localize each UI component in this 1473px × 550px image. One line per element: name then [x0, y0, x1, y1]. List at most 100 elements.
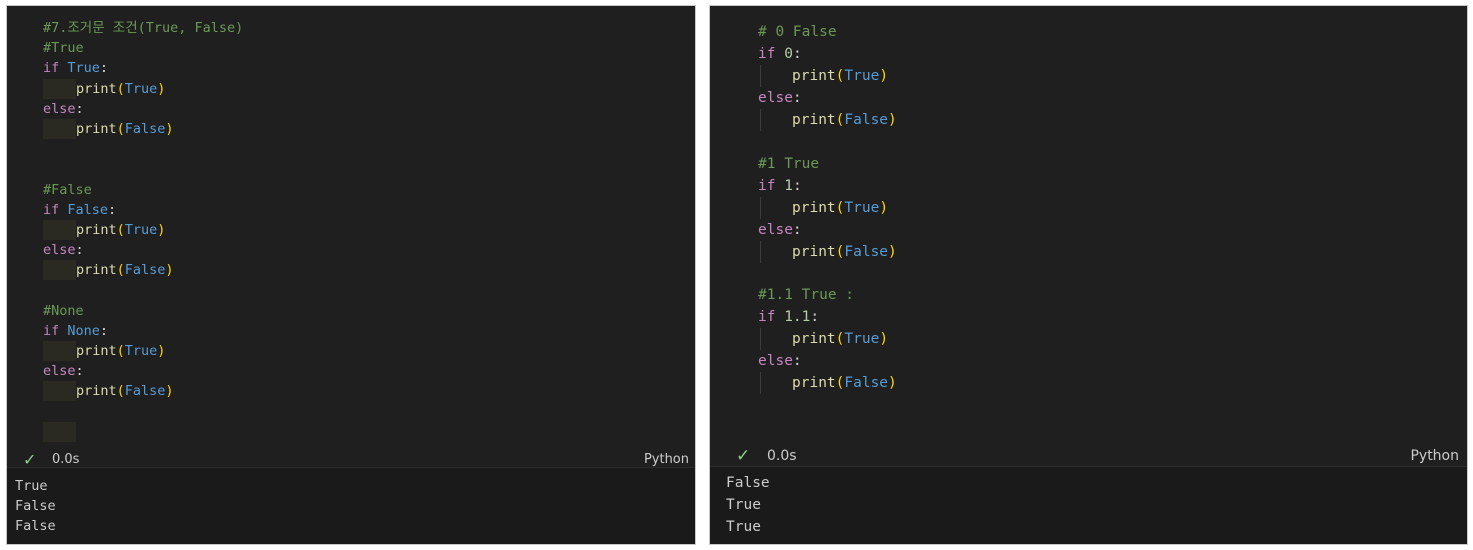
- function: print: [76, 121, 117, 137]
- paren: (: [116, 121, 125, 137]
- function: print: [76, 343, 117, 359]
- code-line: #1 True: [758, 153, 819, 175]
- comment: #None: [43, 303, 84, 319]
- code-line: if True:: [43, 58, 108, 78]
- code-line: if 1.1:: [758, 306, 819, 328]
- constant: False: [124, 121, 166, 137]
- comment: #1 True: [758, 156, 820, 172]
- keyword: else: [43, 242, 76, 258]
- code-line: print(False): [792, 372, 897, 394]
- cell-output: True False False: [7, 467, 695, 544]
- code-line: #False: [43, 180, 92, 200]
- keyword: if: [43, 60, 60, 76]
- constant: False: [124, 262, 166, 278]
- code-line: #None: [43, 301, 84, 321]
- code-line: print(True): [792, 65, 888, 87]
- function: print: [76, 222, 117, 238]
- paren: ): [157, 343, 166, 359]
- code-line: else:: [43, 240, 84, 260]
- keyword: if: [758, 46, 776, 62]
- code-line: print(True): [792, 197, 888, 219]
- function: print: [76, 262, 117, 278]
- code-line: else:: [758, 219, 802, 241]
- paren: (: [116, 81, 125, 97]
- output-line: True: [726, 519, 761, 535]
- paren: ): [888, 244, 897, 260]
- keyword: if: [758, 309, 776, 325]
- paren: ): [165, 121, 174, 137]
- paren: ): [888, 112, 897, 128]
- code-line: print(False): [792, 109, 897, 131]
- number: 1: [784, 178, 793, 194]
- indent-marker: [43, 422, 76, 442]
- code-line: print(False): [792, 241, 897, 263]
- comment: #False: [43, 182, 92, 198]
- constant: True: [124, 343, 158, 359]
- keyword: else: [43, 363, 76, 379]
- indent-guide: [760, 65, 761, 87]
- punct: :: [75, 101, 84, 117]
- paren: (: [116, 343, 125, 359]
- keyword: if: [43, 202, 60, 218]
- keyword: else: [758, 90, 793, 106]
- comment: # 0 False: [758, 24, 837, 40]
- constant: False: [67, 202, 109, 218]
- output-line: True: [15, 478, 48, 494]
- function: print: [792, 200, 836, 216]
- function: print: [792, 68, 836, 84]
- indent-marker: [43, 381, 76, 401]
- comment: #1.1 True :: [758, 287, 855, 303]
- number: 0: [784, 46, 793, 62]
- paren: ): [879, 331, 889, 347]
- paren: (: [116, 262, 125, 278]
- keyword: if: [758, 178, 776, 194]
- code-line: else:: [43, 361, 84, 381]
- indent-guide: [760, 197, 761, 219]
- indent-guide: [760, 328, 761, 350]
- paren: ): [879, 68, 889, 84]
- paren: ): [157, 81, 166, 97]
- code-line: if 0:: [758, 43, 802, 65]
- code-line: # 0 False: [758, 21, 837, 43]
- code-line: #True: [43, 38, 84, 58]
- punct: :: [792, 90, 802, 106]
- function: print: [76, 383, 117, 399]
- indent-marker: [43, 220, 76, 240]
- output-line: False: [15, 518, 56, 534]
- constant: True: [67, 60, 100, 76]
- code-line: #1.1 True :: [758, 284, 854, 306]
- paren: ): [165, 262, 174, 278]
- constant: False: [124, 383, 166, 399]
- constant: True: [844, 68, 880, 84]
- notebook-cell-right[interactable]: # 0 False if 0: print(True) else: print(…: [709, 5, 1468, 545]
- punct: :: [75, 242, 84, 258]
- notebook-cell-left[interactable]: #7.조거문 조건(True, False) #True if True: pr…: [6, 5, 696, 545]
- output-line: False: [15, 498, 56, 514]
- indent-marker: [43, 119, 76, 139]
- code-line: print(True): [76, 341, 165, 361]
- code-line: if None:: [43, 321, 108, 341]
- code-line: else:: [758, 87, 802, 109]
- cell-status-bar: ✓ 0.0s Python: [710, 444, 1467, 468]
- indent-marker: [43, 260, 76, 280]
- function: print: [76, 81, 117, 97]
- constant: False: [844, 112, 889, 128]
- indent-marker: [43, 79, 76, 99]
- comment: #True: [43, 40, 84, 56]
- keyword: if: [43, 323, 60, 339]
- constant: None: [67, 323, 100, 339]
- indent-guide: [760, 109, 761, 131]
- language-label[interactable]: Python: [1410, 444, 1459, 468]
- function: print: [792, 244, 836, 260]
- code-line: print(False): [76, 260, 174, 280]
- constant: True: [124, 222, 158, 238]
- paren: ): [157, 222, 166, 238]
- code-line: if 1:: [758, 175, 802, 197]
- punct: :: [810, 309, 820, 325]
- code-line: print(True): [76, 79, 165, 99]
- code-line: print(False): [76, 381, 174, 401]
- code-line: print(True): [76, 220, 165, 240]
- constant: False: [844, 244, 889, 260]
- punct: :: [792, 353, 802, 369]
- function: print: [792, 331, 836, 347]
